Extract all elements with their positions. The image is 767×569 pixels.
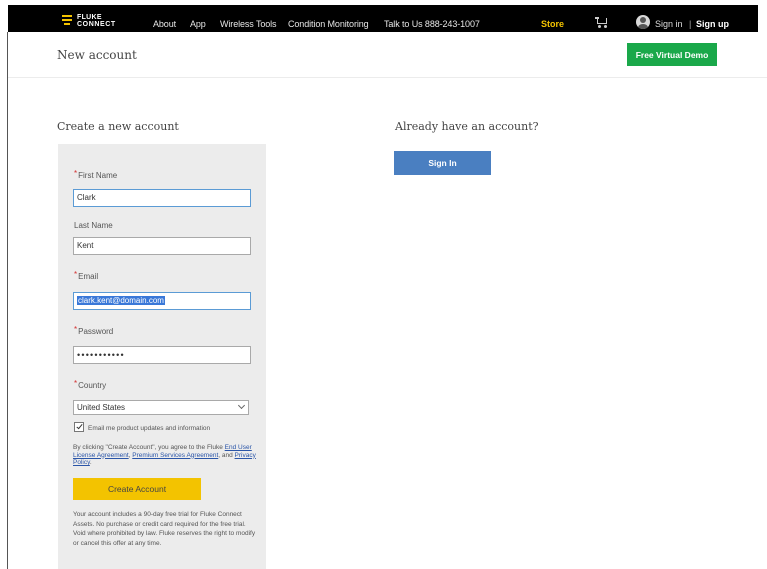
logo-wordmark: FLUKE CONNECT <box>77 14 116 28</box>
create-account-button[interactable]: Create Account <box>73 478 201 500</box>
page-title: New account <box>57 48 137 62</box>
required-marker: * <box>74 169 78 178</box>
email-input[interactable]: clark.kent@domain.com <box>73 292 251 310</box>
first-name-label-text: First Name <box>78 171 118 180</box>
free-virtual-demo-button[interactable]: Free Virtual Demo <box>627 43 717 66</box>
required-marker: * <box>74 270 78 279</box>
country-select[interactable]: United States <box>73 400 249 415</box>
last-name-input[interactable]: Kent <box>73 237 251 255</box>
create-account-heading: Create a new account <box>57 120 179 133</box>
already-have-account-heading: Already have an account? <box>395 120 539 133</box>
terms-end: . <box>89 459 92 466</box>
first-name-input[interactable]: Clark <box>73 189 251 207</box>
country-label-text: Country <box>78 381 107 390</box>
page-border <box>7 32 8 569</box>
free-trial-disclaimer: Your account includes a 90-day free tria… <box>73 511 256 547</box>
header-divider <box>8 77 767 78</box>
email-updates-label: Email me product updates and information <box>88 425 211 432</box>
password-label-text: Password <box>78 327 114 336</box>
nav-signin-link[interactable]: Sign in <box>655 19 683 29</box>
terms-intro: By clicking "Create Account", you agree … <box>73 444 225 451</box>
nav-store-link[interactable]: Store <box>541 19 564 29</box>
email-updates-checkbox[interactable] <box>74 422 84 432</box>
user-avatar-icon[interactable] <box>636 15 650 29</box>
email-label-text: Email <box>78 272 99 281</box>
logo-line2: CONNECT <box>77 21 116 28</box>
nav-condition-monitoring-link[interactable]: Condition Monitoring <box>288 19 369 29</box>
sign-in-button[interactable]: Sign In <box>394 151 491 175</box>
password-input[interactable]: ••••••••••• <box>73 346 251 364</box>
nav-separator: | <box>689 19 692 29</box>
fluke-logo-icon <box>61 14 73 28</box>
nav-wireless-tools-link[interactable]: Wireless Tools <box>220 19 277 29</box>
checkmark-icon <box>76 422 83 430</box>
country-selected-value: United States <box>77 403 126 412</box>
premium-services-link[interactable]: Premium Services Agreement <box>132 452 218 459</box>
logo-line1: FLUKE <box>77 14 102 21</box>
terms-separator: , and <box>218 451 235 459</box>
first-name-label: *First Name <box>74 169 118 180</box>
required-marker: * <box>74 379 78 388</box>
country-label: *Country <box>74 379 107 390</box>
chevron-down-icon <box>237 401 246 410</box>
create-account-form: *First Name Clark Last Name Kent *Email … <box>58 144 266 569</box>
nav-signup-link[interactable]: Sign up <box>696 19 729 29</box>
top-nav-bar: FLUKE CONNECT About App Wireless Tools C… <box>8 5 758 32</box>
email-selected-text: clark.kent@domain.com <box>77 296 165 305</box>
password-label: *Password <box>74 325 114 336</box>
fluke-connect-logo[interactable]: FLUKE CONNECT <box>61 14 116 28</box>
terms-text: By clicking "Create Account", you agree … <box>73 444 256 467</box>
last-name-label: Last Name <box>74 221 113 230</box>
shopping-cart-icon[interactable] <box>595 16 608 28</box>
required-marker: * <box>74 325 78 334</box>
nav-about-link[interactable]: About <box>153 19 176 29</box>
nav-phone-link[interactable]: Talk to Us 888-243-1007 <box>384 19 480 29</box>
email-label: *Email <box>74 270 99 281</box>
nav-app-link[interactable]: App <box>190 19 206 29</box>
